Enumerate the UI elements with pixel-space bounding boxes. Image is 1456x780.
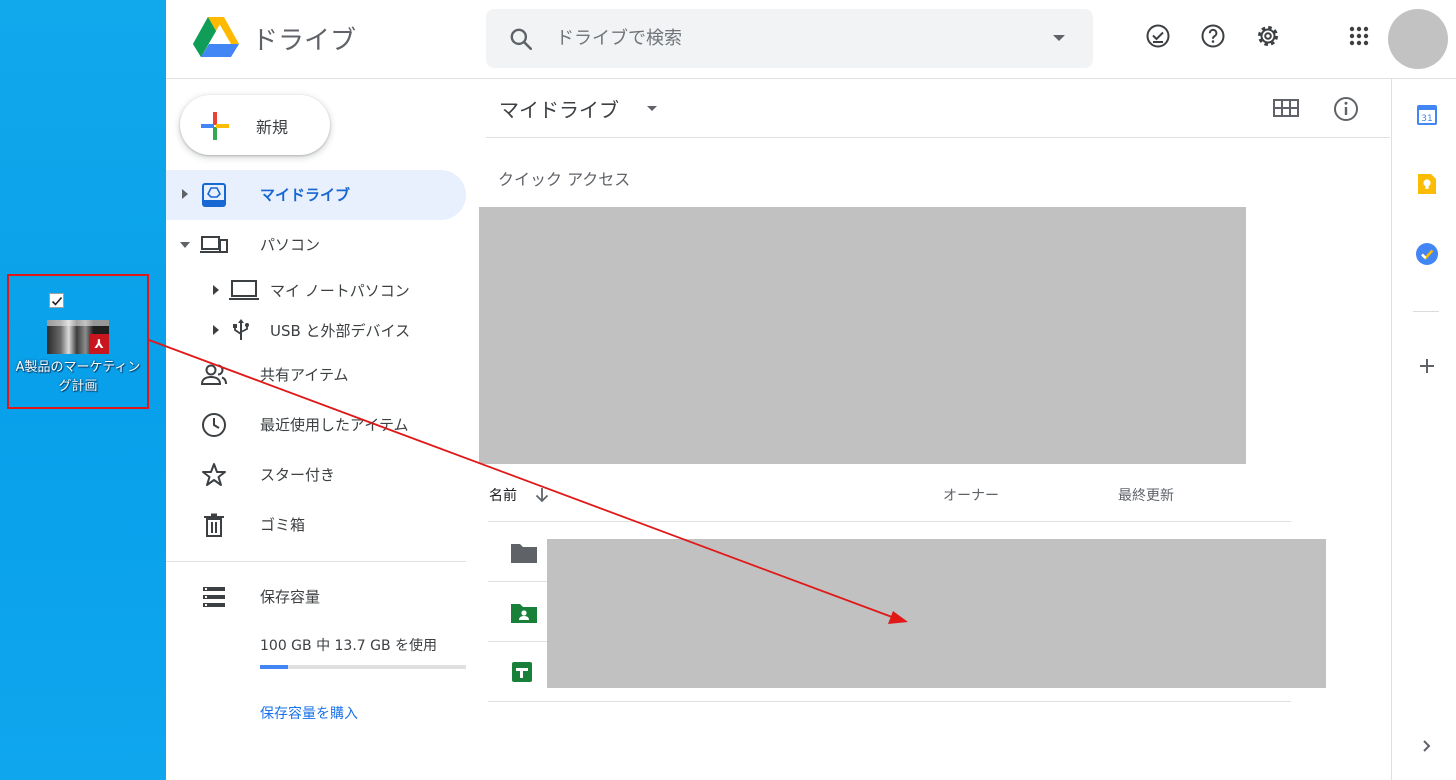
sidebar-item-label: 最近使用したアイテム [260,416,409,434]
sidebar-item-starred[interactable]: スター付き [166,450,466,500]
search-options-dropdown-icon[interactable] [1053,35,1065,41]
google-sheets-icon [512,662,532,682]
settings-icon[interactable] [1254,22,1282,50]
file-list-redacted-area [547,539,1326,688]
sidebar-divider [166,561,466,562]
sort-arrow-down-icon[interactable] [533,486,551,504]
table-header-divider [488,521,1291,522]
search-input[interactable] [556,23,1036,53]
table-row-divider [488,701,1291,702]
storage-progress-fill [260,665,289,669]
star-icon [202,463,226,486]
quick-access-heading: クイック アクセス [498,170,631,189]
column-header-modified[interactable]: 最終更新 [1118,485,1174,505]
apps-grid-icon[interactable] [1345,22,1373,50]
trash-icon [204,513,224,537]
app-title: ドライブ [252,26,357,56]
sidebar-item-label: 保存容量 [260,588,321,606]
page-title-dropdown-icon[interactable] [647,106,657,111]
sidebar-item-my-laptop[interactable]: マイ ノートパソコン [166,270,466,310]
details-info-icon[interactable] [1332,95,1360,123]
sidebar-item-label: ゴミ箱 [260,516,306,534]
google-drive-logo[interactable] [193,17,239,59]
sidebar-item-storage[interactable]: 保存容量 [166,572,466,622]
desktop-file-icon[interactable]: ⅄ A製品のマーケティング計画 [7,274,149,409]
toolbar-divider [486,137,1390,138]
usb-icon [233,319,249,340]
folder-icon [511,544,537,563]
colorful-plus-icon [201,112,229,140]
help-icon[interactable] [1199,22,1227,50]
new-button[interactable]: 新規 [180,95,330,155]
grid-view-icon[interactable] [1272,96,1300,122]
search-icon[interactable] [508,26,534,52]
desktop-background: ⅄ A製品のマーケティング計画 [0,0,166,780]
add-addon-icon[interactable] [1417,356,1437,376]
recent-icon [202,413,226,437]
storage-progress-bar [260,665,466,669]
buy-storage-link[interactable]: 保存容量を購入 [260,703,358,723]
sidebar-item-label: USB と外部デバイス [270,322,411,340]
shared-folder-icon [511,604,537,623]
laptop-icon [229,280,259,300]
checkmark-icon [51,296,63,306]
sidebar-item-label: スター付き [260,466,336,484]
expand-panel-chevron-icon[interactable] [1419,737,1435,755]
sidebar-item-label: 共有アイテム [260,366,349,384]
quick-access-redacted-area [479,207,1246,464]
sidebar-item-label: マイドライブ [260,186,351,204]
sidebar-item-label: パソコン [260,236,321,254]
sidebar-item-trash[interactable]: ゴミ箱 [166,500,466,550]
column-header-owner[interactable]: オーナー [943,485,999,505]
side-panel-divider [1413,311,1439,312]
shared-icon [200,364,227,385]
storage-icon [203,587,225,607]
sidebar-item-label: マイ ノートパソコン [270,282,410,300]
calendar-day-number: 31 [1421,114,1432,124]
page-title[interactable]: マイドライブ [499,94,619,123]
keep-icon[interactable] [1416,172,1438,196]
account-avatar[interactable] [1388,9,1448,69]
desktop-file-label: A製品のマーケティング計画 [15,360,141,394]
desktop-file-checkbox[interactable] [49,293,64,308]
my-drive-icon [202,183,226,207]
pdf-thumbnail: ⅄ [47,320,109,354]
sidebar-item-my-drive[interactable]: マイドライブ [166,170,466,220]
search-bar[interactable] [486,9,1093,68]
new-button-label: 新規 [256,118,289,137]
storage-usage-text: 100 GB 中 13.7 GB を使用 [260,638,438,654]
sidebar-item-shared[interactable]: 共有アイテム [166,350,466,400]
tasks-icon[interactable] [1415,242,1439,266]
computers-icon [200,236,228,253]
sidebar-item-recent[interactable]: 最近使用したアイテム [166,400,466,450]
column-header-name[interactable]: 名前 [489,485,517,505]
sidebar-item-computers[interactable]: パソコン [166,220,466,270]
expand-caret-icon[interactable] [182,189,188,199]
offline-check-icon[interactable] [1144,22,1172,50]
collapse-caret-icon[interactable] [180,242,190,248]
pdf-badge-icon: ⅄ [89,334,109,354]
expand-caret-icon[interactable] [213,285,219,295]
sidebar-item-usb-devices[interactable]: USB と外部デバイス [166,310,466,350]
calendar-icon[interactable]: 31 [1415,103,1439,127]
expand-caret-icon[interactable] [213,325,219,335]
drive-header: ドライブ [166,0,1456,79]
